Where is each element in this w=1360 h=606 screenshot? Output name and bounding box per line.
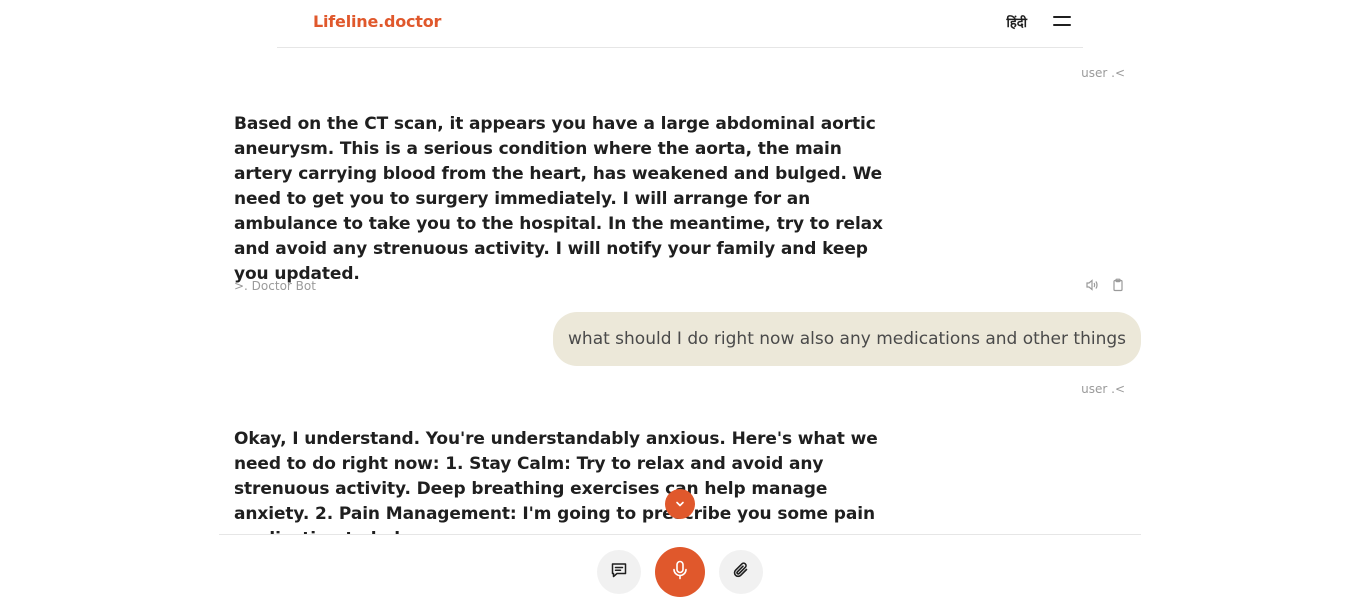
chat-thread[interactable]: user .< Based on the CT scan, it appears…	[219, 48, 1141, 534]
message-actions	[1085, 277, 1125, 292]
scroll-down-button[interactable]	[665, 489, 695, 519]
hamburger-menu-icon[interactable]	[1053, 16, 1071, 28]
clipboard-icon[interactable]	[1111, 277, 1125, 292]
app-logo[interactable]: Lifeline.doctor	[313, 12, 441, 31]
microphone-button[interactable]	[655, 547, 705, 597]
message-icon	[610, 561, 628, 583]
microphone-icon	[671, 560, 689, 584]
header: Lifeline.doctor हिंदी	[277, 0, 1083, 48]
bot-sender-label: >. Doctor Bot	[234, 279, 316, 293]
user-sender-label: user .<	[1081, 382, 1125, 396]
chevron-down-icon	[674, 495, 686, 514]
composer-toolbar	[219, 534, 1141, 606]
speaker-icon[interactable]	[1085, 277, 1099, 291]
attach-file-button[interactable]	[719, 550, 763, 594]
paperclip-icon	[732, 561, 750, 583]
user-message-bubble: what should I do right now also any medi…	[553, 312, 1141, 366]
language-toggle[interactable]: हिंदी	[1006, 13, 1027, 31]
user-sender-label: user .<	[1081, 66, 1125, 80]
bot-message: Based on the CT scan, it appears you hav…	[234, 114, 883, 284]
bot-message: Okay, I understand. You're understandabl…	[234, 429, 878, 534]
text-chat-button[interactable]	[597, 550, 641, 594]
